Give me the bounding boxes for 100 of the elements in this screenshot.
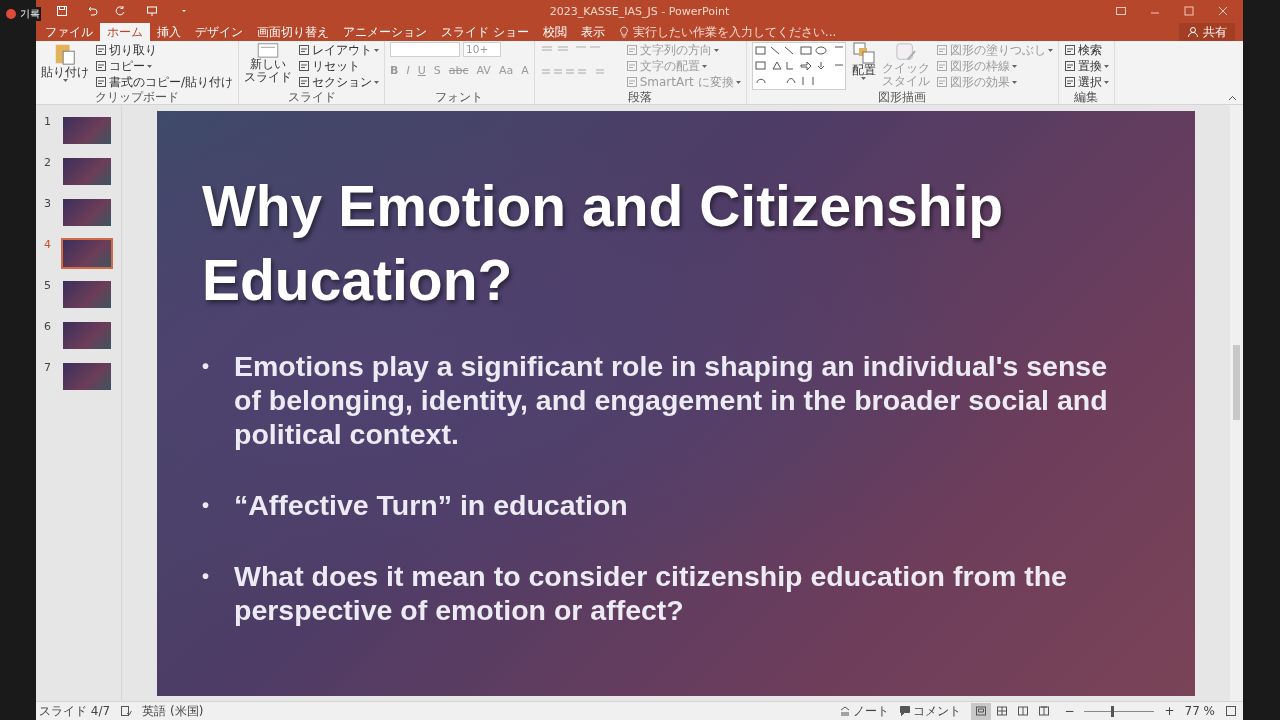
view-button[interactable] xyxy=(971,702,992,720)
group-label: フォント xyxy=(434,91,485,104)
quick-style-button[interactable]: クイック スタイル xyxy=(881,42,930,91)
clipboard-icon xyxy=(95,44,107,56)
person-icon xyxy=(1187,26,1199,38)
ribbon-display-icon[interactable] xyxy=(1115,5,1127,17)
caret-icon xyxy=(147,64,152,68)
presentation-icon[interactable] xyxy=(146,5,158,17)
slide-thumbnail[interactable] xyxy=(61,238,113,269)
slides-icon xyxy=(298,60,311,72)
caret-icon xyxy=(1011,64,1017,68)
clipboard-button[interactable]: 切り取り xyxy=(95,42,234,58)
scroll-thumb[interactable] xyxy=(1233,345,1240,420)
group-label: 段落 xyxy=(627,91,654,104)
caret-icon xyxy=(713,48,719,52)
font-name-field[interactable] xyxy=(390,42,461,57)
tell-me-field[interactable]: 実行したい作業を入力してください... xyxy=(617,23,837,41)
slides-icon xyxy=(298,76,311,88)
group-label: スライド xyxy=(286,91,337,104)
share-button[interactable]: 共有 xyxy=(1179,23,1235,41)
editing-icon xyxy=(1063,44,1076,56)
slide-number: 5 xyxy=(44,279,52,292)
caret-icon xyxy=(861,77,867,80)
notes-icon xyxy=(839,705,852,717)
ribbon-tab[interactable]: ファイル xyxy=(38,23,100,41)
view-icon xyxy=(975,705,988,717)
ribbon-tab[interactable]: 表示 xyxy=(573,23,612,41)
recording-label: 기록 xyxy=(19,7,41,21)
vertical-scrollbar[interactable] xyxy=(1230,105,1243,701)
ribbon-tab[interactable]: 挿入 xyxy=(150,23,188,41)
caret-icon xyxy=(735,80,741,84)
ribbon-tab[interactable]: 校閲 xyxy=(535,23,574,41)
slide-number: 1 xyxy=(44,115,52,128)
comment-icon xyxy=(899,705,912,717)
undo-icon[interactable] xyxy=(86,5,98,17)
new-slide-button[interactable]: 新しい スライド xyxy=(244,42,293,91)
save-icon[interactable] xyxy=(56,5,68,17)
caret-icon xyxy=(701,64,707,68)
paragraph-icon xyxy=(625,44,638,56)
close-icon[interactable] xyxy=(1217,5,1229,17)
clipboard-icon xyxy=(95,60,107,72)
clipboard-button[interactable]: コピー xyxy=(95,58,234,74)
redo-icon[interactable] xyxy=(114,5,126,17)
slide-number: 7 xyxy=(44,361,52,374)
zoom-slider-thumb[interactable] xyxy=(1111,705,1115,717)
window-title: 2023_KASSE_IAS_JS - PowerPoint xyxy=(549,4,730,18)
slide-title: Why Emotion and Citizenship Education? xyxy=(202,172,1005,314)
group-label: 編集 xyxy=(1073,91,1100,104)
slides-button[interactable]: レイアウト xyxy=(298,42,380,58)
ribbon-tab[interactable]: デザイン xyxy=(188,23,250,41)
notes-button[interactable]: ノート xyxy=(839,702,890,720)
spell-check-icon xyxy=(120,705,133,717)
bullet-text: What does it mean to consider citizenship education from the perspective of emotion or affect? xyxy=(234,558,1068,627)
slide-number: 4 xyxy=(44,238,52,251)
paragraph-icon xyxy=(625,60,638,72)
zoom-level[interactable]: 77 % xyxy=(1184,704,1215,718)
group-label: クリップボード xyxy=(94,91,180,104)
slides-button[interactable]: セクション xyxy=(298,74,380,90)
lightbulb-icon xyxy=(617,26,630,38)
clipboard-button[interactable]: 書式のコピー/貼り付け xyxy=(95,74,234,90)
maximize-icon[interactable] xyxy=(1183,5,1195,17)
bullet-text: Emotions play a significant role in shaping an individual's sense of belonging, identity, and engagement in the broader social and political context. xyxy=(234,348,1109,451)
caret-icon xyxy=(62,79,68,82)
slide-number: 6 xyxy=(44,320,52,333)
editing-icon xyxy=(1063,60,1076,72)
view-icon xyxy=(1038,705,1051,717)
ribbon-tab[interactable]: 画面切り替え xyxy=(250,23,336,41)
bullet-mark: • xyxy=(202,353,210,379)
caret-icon xyxy=(1103,80,1109,84)
slides-button[interactable]: リセット xyxy=(298,58,380,74)
collapse-ribbon-icon[interactable] xyxy=(1228,95,1237,101)
arrange-button[interactable]: 配置 xyxy=(851,42,876,91)
zoom-in-button[interactable]: + xyxy=(1164,704,1175,718)
shape-format-icon xyxy=(935,60,948,72)
editing-button[interactable]: 置換 xyxy=(1063,58,1109,74)
caret-icon xyxy=(1011,80,1017,84)
clipboard-icon xyxy=(95,76,107,88)
ribbon-tab[interactable]: アニメーション xyxy=(336,23,434,41)
recording-dot xyxy=(6,9,16,19)
view-icon xyxy=(996,705,1009,717)
editing-button[interactable]: 選択 xyxy=(1063,74,1109,90)
paragraph-icon xyxy=(625,76,638,88)
caret-icon xyxy=(1047,48,1053,52)
language[interactable]: 英語 (米国) xyxy=(142,702,204,720)
view-icon xyxy=(1017,705,1030,717)
editing-icon xyxy=(1063,76,1076,88)
comments-button[interactable]: コメント xyxy=(899,702,962,720)
caret-icon xyxy=(1103,64,1109,68)
shape-gallery[interactable] xyxy=(751,42,846,90)
bullet-mark: • xyxy=(202,563,210,589)
slides-icon xyxy=(298,44,311,56)
zoom-out-button[interactable]: − xyxy=(1064,704,1075,718)
ribbon-tab[interactable]: ホーム xyxy=(100,23,150,41)
ribbon-tab[interactable]: スライド ショー xyxy=(434,23,536,41)
shape-format-icon xyxy=(935,44,948,56)
caret-icon xyxy=(374,48,380,52)
slide-number: 2 xyxy=(44,156,52,169)
slide-count: スライド 4/7 xyxy=(39,702,111,720)
paste-button[interactable]: 貼り付け xyxy=(41,42,89,91)
editing-button[interactable]: 検索 xyxy=(1063,42,1109,58)
